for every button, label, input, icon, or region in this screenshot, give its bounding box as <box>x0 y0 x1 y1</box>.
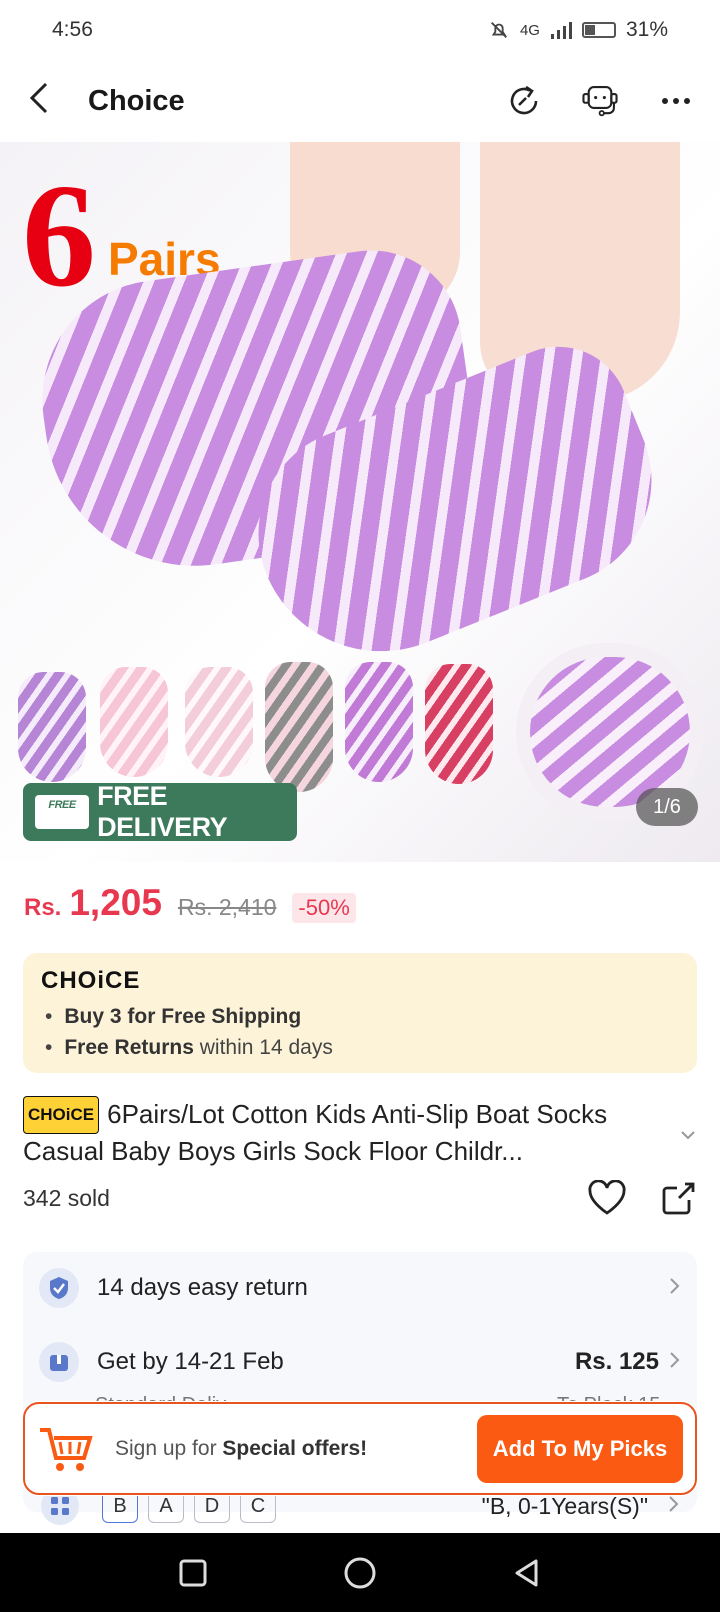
current-price: 1,205 <box>69 882 162 923</box>
product-image-carousel[interactable]: 6 Pairs 1/6 <box>0 142 720 862</box>
product-title-text: 6Pairs/Lot Cotton Kids Anti-Slip Boat So… <box>23 1099 608 1166</box>
signal-icon <box>550 22 572 39</box>
easy-return-text: 14 days easy return <box>97 1274 308 1301</box>
variant-sock-graphic <box>18 672 86 782</box>
currency-label: Rs. <box>24 894 62 921</box>
variant-sock-graphic <box>100 667 168 777</box>
variant-sock-graphic <box>345 662 413 782</box>
chevron-right-icon <box>669 1275 681 1301</box>
add-to-my-picks-button[interactable]: Add To My Picks <box>477 1414 683 1483</box>
bell-muted-icon <box>490 22 507 38</box>
chevron-down-icon <box>681 1131 695 1140</box>
status-time: 4:56 <box>52 18 93 41</box>
chevron-left-icon <box>29 82 48 113</box>
wishlist-heart-icon[interactable] <box>587 1180 627 1216</box>
choice-benefits-card[interactable]: CHOiCE Buy 3 for Free Shipping Free Retu… <box>23 953 697 1073</box>
choice-logo: CHOiCE <box>41 967 141 994</box>
recents-square-icon[interactable] <box>178 1558 208 1588</box>
special-offers-text: Sign up for Special offers! <box>115 1437 367 1461</box>
network-label: 4G <box>519 21 540 39</box>
chevron-right-icon <box>668 1493 680 1519</box>
top-nav: Choice <box>0 62 720 140</box>
package-icon <box>39 1342 79 1382</box>
more-options-button[interactable] <box>656 81 696 121</box>
special-offers-banner[interactable]: Sign up for Special offers! Add To My Pi… <box>23 1402 697 1495</box>
free-delivery-badge: FREE FREE DELIVERY <box>23 781 297 842</box>
choice-tag: CHOiCE <box>23 1096 100 1134</box>
promo-prefix: Sign up for <box>115 1436 223 1460</box>
customer-service-button[interactable] <box>580 81 620 121</box>
variant-sock-graphic <box>185 667 253 777</box>
status-bar: 4:56 4G 31% <box>0 0 720 60</box>
system-navigation-bar <box>0 1533 720 1612</box>
image-counter: 1/6 <box>636 788 698 826</box>
benefit-returns-bold: Free Returns <box>64 1036 194 1059</box>
free-delivery-label: FREE DELIVERY <box>97 781 228 842</box>
benefit-returns-rest: within 14 days <box>193 1036 333 1059</box>
pairs-count-graphic: 6 <box>22 154 96 318</box>
benefit-shipping: Buy 3 for Free Shipping <box>41 1001 679 1032</box>
delivery-price: Rs. 125 <box>574 1348 659 1375</box>
support-agent-icon <box>582 86 618 117</box>
original-price: Rs. 2,410 <box>177 894 277 920</box>
delivery-date: Get by 14-21 Feb <box>97 1348 284 1375</box>
battery-level: 31% <box>625 18 668 41</box>
more-dots-icon <box>662 98 690 104</box>
sold-row: 342 sold <box>23 1180 697 1216</box>
price-row: Rs. 1,205 Rs. 2,410 -50% <box>24 882 356 924</box>
shopping-cart-icon <box>37 1420 95 1478</box>
shield-check-icon <box>39 1268 79 1308</box>
back-button[interactable] <box>24 80 72 123</box>
delivery-truck-icon: FREE <box>35 795 90 829</box>
delivery-row[interactable]: Get by 14-21 Feb Rs. 125 <box>39 1342 681 1382</box>
chevron-right-icon <box>669 1349 681 1375</box>
benefit-returns: Free Returns within 14 days <box>41 1032 679 1063</box>
product-title[interactable]: CHOiCE 6Pairs/Lot Cotton Kids Anti-Slip B… <box>23 1096 683 1168</box>
easy-return-row[interactable]: 14 days easy return <box>39 1268 681 1308</box>
promo-bold: Special offers! <box>222 1436 368 1460</box>
share-button[interactable] <box>504 81 544 121</box>
benefit-shipping-text: Buy 3 for Free Shipping <box>64 1005 302 1028</box>
back-triangle-icon[interactable] <box>512 1558 542 1588</box>
share-arrow-icon <box>510 85 538 115</box>
share-product-icon[interactable] <box>661 1180 697 1216</box>
sold-count: 342 sold <box>23 1184 110 1211</box>
home-circle-icon[interactable] <box>343 1556 377 1590</box>
variant-sock-graphic <box>265 662 333 792</box>
battery-icon <box>581 22 616 38</box>
page-title: Choice <box>88 84 185 117</box>
truck-free-label: FREE <box>48 799 76 811</box>
sole-closeup-graphic <box>530 657 690 807</box>
variant-sock-graphic <box>425 664 493 784</box>
selected-variant-value: "B, 0-1Years(S)" <box>481 1492 648 1519</box>
expand-title-button[interactable] <box>680 1124 696 1145</box>
status-icons: 4G 31% <box>488 18 668 42</box>
discount-badge: -50% <box>292 893 356 923</box>
